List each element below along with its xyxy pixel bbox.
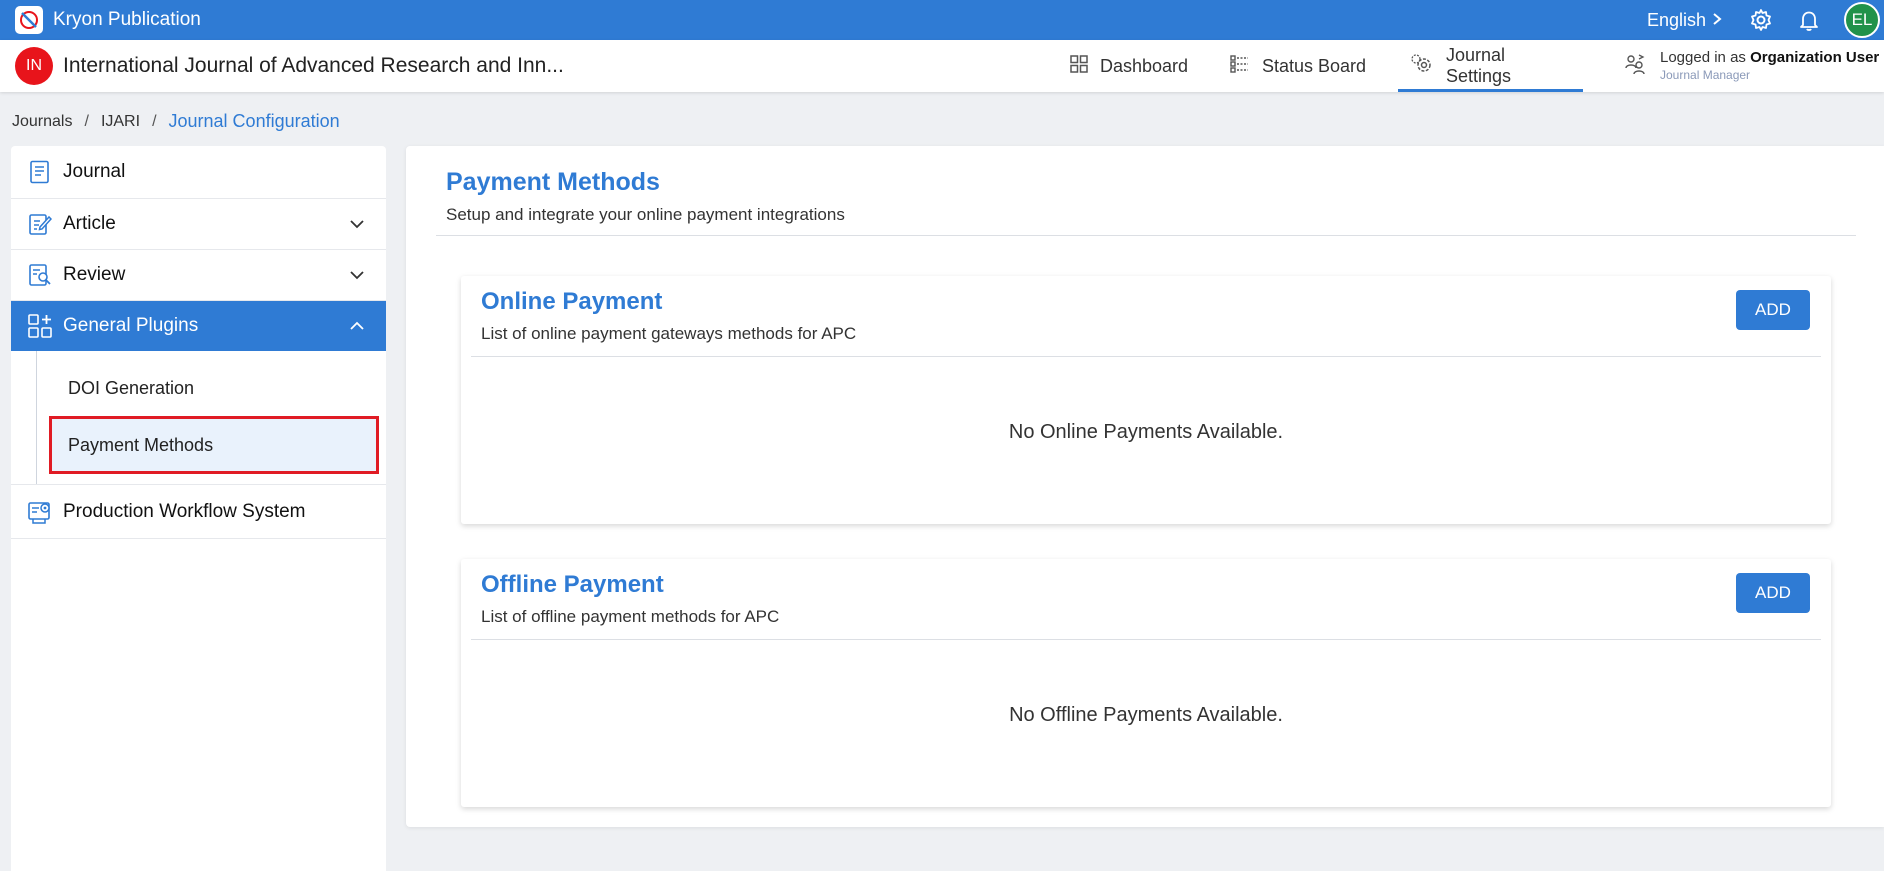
tab-status-board-label: Status Board <box>1262 55 1367 76</box>
notification-bell-icon[interactable] <box>1796 7 1822 33</box>
logged-in-prefix: Logged in as <box>1660 49 1746 67</box>
chevron-right-icon <box>1712 10 1722 31</box>
offline-payment-title: Offline Payment <box>481 571 664 598</box>
main-panel: Payment Methods Setup and integrate your… <box>406 146 1884 827</box>
journal-navbar: IN International Journal of Advanced Res… <box>0 40 1884 92</box>
offline-payment-card: Offline Payment List of offline payment … <box>461 559 1831 807</box>
sidebar-item-review[interactable]: Review <box>11 250 386 301</box>
plugins-icon <box>27 313 53 339</box>
online-payment-card: Online Payment List of online payment ga… <box>461 276 1831 524</box>
sidebar-item-production-workflow[interactable]: Production Workflow System <box>11 485 386 539</box>
add-online-payment-button[interactable]: ADD <box>1736 290 1810 330</box>
sidebar-item-label: General Plugins <box>63 315 199 336</box>
chevron-down-icon[interactable] <box>348 215 366 233</box>
sidebar-item-journal[interactable]: Journal <box>11 146 386 199</box>
sidebar-item-article[interactable]: Article <box>11 199 386 250</box>
breadcrumb-current: Journal Configuration <box>168 111 340 131</box>
grid-icon <box>1070 54 1088 78</box>
general-plugins-submenu: DOI Generation Payment Methods <box>11 351 386 485</box>
online-payment-empty-message: No Online Payments Available. <box>1008 421 1284 443</box>
sidebar-item-label: Journal <box>63 161 126 182</box>
review-icon <box>27 262 53 288</box>
page-subtitle: Setup and integrate your online payment … <box>446 205 845 224</box>
breadcrumb-separator: / <box>152 112 157 130</box>
tab-journal-settings-label: Journal Settings <box>1446 45 1512 86</box>
settings-gear-icon[interactable] <box>1748 7 1774 33</box>
chevron-down-icon[interactable] <box>348 266 366 284</box>
tab-dashboard-label: Dashboard <box>1100 55 1189 76</box>
tab-dashboard[interactable]: Dashboard <box>1058 40 1206 92</box>
sidebar-item-label: Production Workflow System <box>63 500 306 522</box>
divider <box>471 639 1821 640</box>
sidebar-item-general-plugins[interactable]: General Plugins <box>11 301 386 351</box>
user-name: Organization User <box>1750 49 1880 67</box>
sidebar-item-label: Review <box>63 264 126 285</box>
sidebar-item-label: Article <box>63 213 116 234</box>
status-board-icon <box>1230 54 1250 79</box>
journal-badge: IN <box>15 47 53 85</box>
logged-in-user[interactable]: Logged in as Organization User Journal M… <box>1624 40 1879 92</box>
tab-journal-settings[interactable]: Journal Settings <box>1398 40 1583 92</box>
document-icon <box>27 159 53 185</box>
breadcrumb-separator: / <box>84 112 89 130</box>
nav-tabs: Dashboard Status Board Journal Settings <box>1058 40 1583 92</box>
workflow-icon <box>27 499 53 525</box>
journal-name: International Journal of Advanced Resear… <box>63 54 564 77</box>
config-sidebar: Journal Article Review General Plugins D… <box>11 146 386 871</box>
breadcrumb-ijari[interactable]: IJARI <box>101 113 140 131</box>
divider <box>436 235 1856 236</box>
divider <box>471 356 1821 357</box>
tab-status-board[interactable]: Status Board <box>1218 40 1394 92</box>
offline-payment-empty-message: No Offline Payments Available. <box>1009 704 1283 726</box>
edit-document-icon <box>27 211 53 237</box>
language-selector[interactable]: English <box>1647 10 1722 31</box>
sidebar-subitem-doi-generation[interactable]: DOI Generation <box>11 361 386 416</box>
top-bar: Kryon Publication English EL <box>0 0 1884 40</box>
online-payment-title: Online Payment <box>481 288 663 315</box>
online-payment-subtitle: List of online payment gateways methods … <box>481 324 857 343</box>
app-logo-icon[interactable] <box>15 6 43 34</box>
submenu-tree-line <box>36 351 37 484</box>
switch-user-icon <box>1624 53 1646 80</box>
offline-payment-subtitle: List of offline payment methods for APC <box>481 607 780 626</box>
logged-in-text: Logged in as Organization User <box>1660 49 1879 68</box>
app-title: Kryon Publication <box>53 9 201 30</box>
add-offline-payment-button[interactable]: ADD <box>1736 573 1810 613</box>
page-title: Payment Methods <box>446 168 660 196</box>
breadcrumb: Journals / IJARI / Journal Configuration <box>12 111 340 132</box>
gears-icon <box>1410 52 1434 81</box>
chevron-up-icon[interactable] <box>348 317 366 335</box>
language-label: English <box>1646 9 1706 30</box>
sidebar-subitem-payment-methods[interactable]: Payment Methods <box>49 416 379 474</box>
user-avatar[interactable]: EL <box>1844 2 1880 38</box>
breadcrumb-journals[interactable]: Journals <box>12 113 72 131</box>
user-role: Journal Manager <box>1660 67 1751 82</box>
